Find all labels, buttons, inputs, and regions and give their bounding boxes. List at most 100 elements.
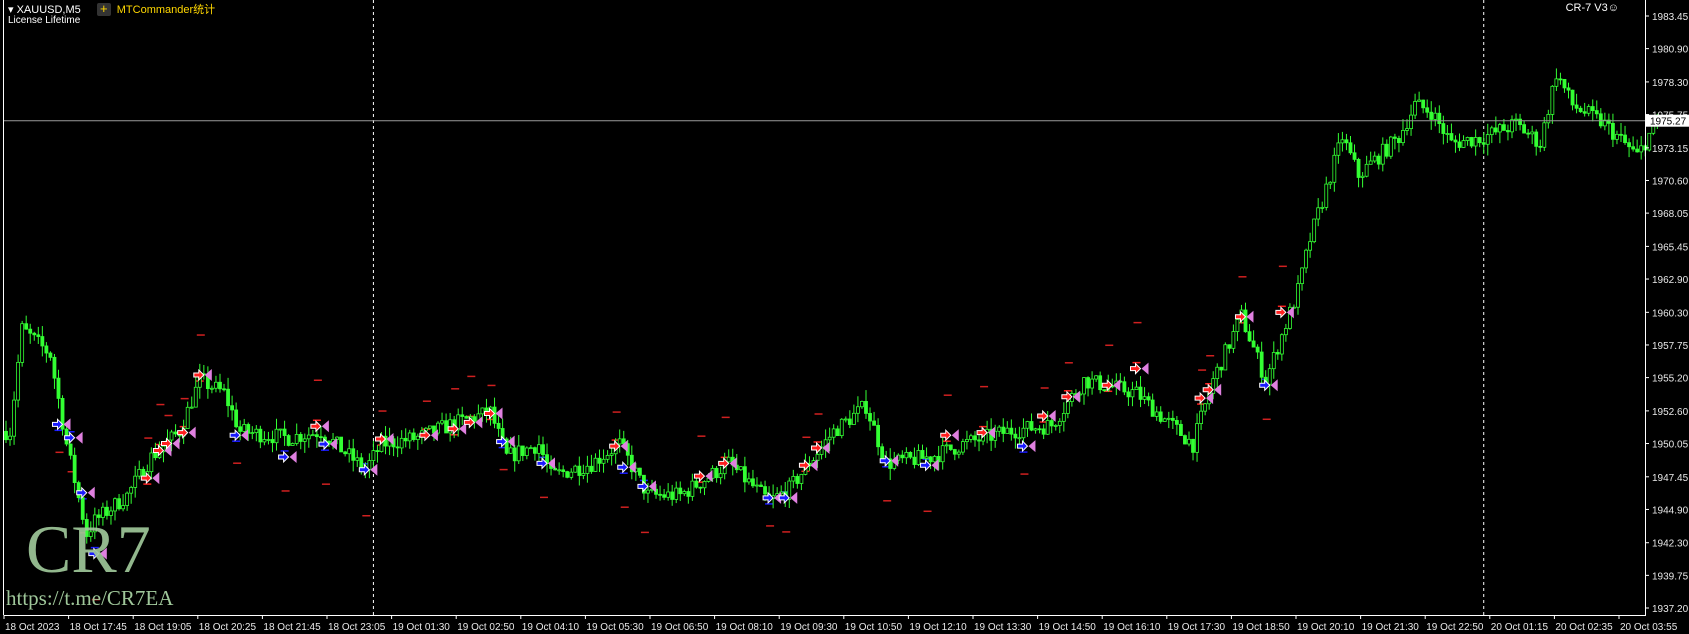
candle-body bbox=[359, 457, 364, 470]
time-tick-label: 18 Oct 19:05 bbox=[134, 622, 192, 633]
candle-body bbox=[351, 448, 356, 461]
candle-body bbox=[44, 345, 49, 354]
time-tick-label: 19 Oct 12:10 bbox=[909, 622, 967, 633]
candle-body bbox=[480, 407, 485, 415]
ea-status[interactable]: CR-7 V3☺ bbox=[1566, 2, 1619, 14]
candle-body bbox=[1308, 241, 1313, 251]
candle-body bbox=[68, 443, 73, 456]
candle-body bbox=[1631, 146, 1636, 150]
candle-body bbox=[1437, 112, 1442, 124]
sell-arrow-icon bbox=[1275, 306, 1287, 319]
candle-body bbox=[286, 435, 291, 446]
candle-body bbox=[1094, 375, 1099, 380]
price-chart[interactable]: 1983.451980.901978.301975.751973.151970.… bbox=[0, 0, 1689, 634]
add-indicator-button[interactable]: + bbox=[96, 2, 111, 16]
candle-body bbox=[904, 451, 909, 459]
candle-body bbox=[698, 486, 703, 489]
candle-body bbox=[1348, 142, 1353, 154]
symbol-dropdown[interactable]: ▾ XAUUSD,M5 bbox=[8, 3, 81, 16]
candle-body bbox=[282, 428, 287, 436]
candle-body bbox=[851, 412, 856, 425]
candle-body bbox=[658, 493, 662, 496]
candle-body bbox=[1082, 377, 1086, 395]
candle-body bbox=[1586, 106, 1591, 114]
candle-body bbox=[581, 473, 586, 476]
candle-body bbox=[1267, 368, 1272, 385]
candle-body bbox=[747, 478, 751, 483]
candle-body bbox=[36, 334, 41, 337]
candle-body bbox=[924, 456, 929, 459]
time-tick-label: 19 Oct 18:50 bbox=[1232, 622, 1290, 633]
time-tick-label: 19 Oct 02:50 bbox=[457, 622, 515, 633]
candle-body bbox=[1037, 428, 1042, 431]
candle-body bbox=[32, 332, 37, 336]
time-tick-label: 18 Oct 17:45 bbox=[70, 622, 128, 633]
candle-body bbox=[125, 492, 130, 506]
indicator-name[interactable]: MTCommander统计 bbox=[117, 1, 215, 17]
candle-body bbox=[113, 498, 117, 512]
price-tick-label: 1973.15 bbox=[1652, 144, 1689, 155]
candle-body bbox=[847, 418, 852, 425]
candle-body bbox=[169, 431, 174, 441]
candle-body bbox=[1122, 381, 1127, 393]
candle-body bbox=[371, 450, 376, 462]
candle-body bbox=[1542, 122, 1547, 148]
candle-body bbox=[1013, 433, 1018, 439]
candle-body bbox=[1425, 107, 1430, 113]
candle-body bbox=[682, 491, 687, 495]
candle-body bbox=[1433, 112, 1438, 120]
candle-body bbox=[1393, 136, 1397, 139]
candle-body bbox=[908, 451, 913, 458]
candle-body bbox=[355, 457, 360, 461]
close-marker-icon bbox=[1270, 379, 1278, 392]
candle-body bbox=[1598, 113, 1603, 127]
candle-body bbox=[399, 437, 404, 449]
candle-body bbox=[1570, 89, 1575, 106]
candle-body bbox=[872, 420, 876, 426]
candle-body bbox=[1183, 435, 1187, 445]
candle-body bbox=[839, 418, 844, 437]
candle-body bbox=[302, 438, 307, 442]
candle-body bbox=[1449, 133, 1454, 141]
candle-body bbox=[230, 405, 235, 411]
candle-body bbox=[1191, 438, 1195, 453]
candle-body bbox=[1199, 410, 1203, 424]
candle-body bbox=[1179, 423, 1183, 436]
candle-body bbox=[960, 441, 965, 453]
candle-body bbox=[1296, 283, 1300, 308]
close-marker-icon bbox=[172, 437, 180, 450]
candle-body bbox=[1065, 401, 1070, 414]
price-tick-label: 1968.05 bbox=[1652, 209, 1689, 220]
candle-body bbox=[799, 473, 804, 484]
candle-body bbox=[16, 361, 21, 401]
close-marker-icon bbox=[289, 450, 297, 463]
candle-body bbox=[254, 428, 259, 433]
time-tick-label: 18 Oct 21:45 bbox=[263, 622, 321, 633]
candle-body bbox=[460, 414, 465, 417]
candle-body bbox=[1005, 427, 1010, 434]
candle-body bbox=[617, 438, 622, 445]
candle-body bbox=[274, 428, 279, 444]
candle-body bbox=[319, 436, 323, 439]
candle-body bbox=[573, 465, 578, 473]
candle-body bbox=[1453, 139, 1458, 143]
candle-body bbox=[278, 428, 283, 431]
candle-body bbox=[1328, 181, 1333, 185]
candle-body bbox=[565, 471, 570, 478]
candle-body bbox=[1017, 437, 1022, 440]
close-marker-icon bbox=[87, 486, 95, 499]
candle-body bbox=[1497, 124, 1502, 133]
time-tick-label: 19 Oct 17:30 bbox=[1168, 622, 1226, 633]
candle-body bbox=[791, 476, 796, 482]
candle-body bbox=[666, 491, 671, 498]
candle-body bbox=[815, 454, 820, 461]
candle-body bbox=[1360, 175, 1365, 178]
candle-body bbox=[1518, 118, 1522, 126]
candle-body bbox=[1550, 85, 1555, 115]
candle-body bbox=[726, 456, 731, 463]
candle-body bbox=[76, 482, 81, 499]
candle-body bbox=[1336, 142, 1341, 156]
candle-body bbox=[528, 447, 533, 450]
price-tick-label: 1939.75 bbox=[1652, 571, 1689, 582]
candle-body bbox=[1594, 110, 1599, 115]
